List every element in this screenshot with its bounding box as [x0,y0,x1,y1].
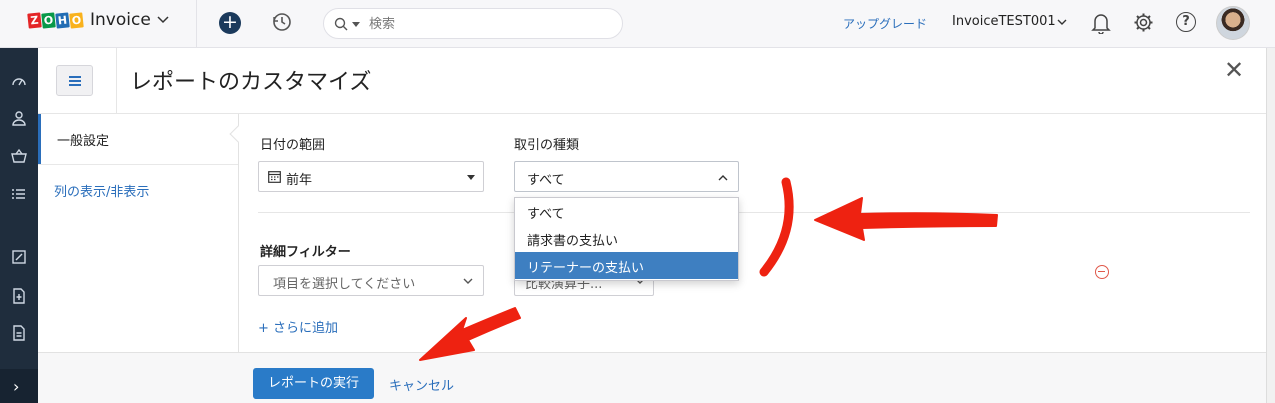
dropdown-option[interactable]: すべて [515,198,738,225]
tab-general-settings[interactable]: 一般設定 [38,114,238,164]
settings-tabs: 一般設定 列の表示/非表示 [38,114,239,354]
chevron-down-icon [463,278,473,284]
date-range-label: 日付の範囲 [260,138,326,153]
quick-create-button[interactable]: + [219,12,241,34]
hamburger-icon [69,80,81,82]
estimate-icon[interactable] [11,249,27,265]
customize-report-panel: レポートのカスタマイズ ✕ 一般設定 列の表示/非表示 日付の範囲 前年 取引の… [38,48,1266,403]
divider [258,212,1250,213]
chevron-down-icon [157,16,169,24]
divider [116,48,117,114]
close-button[interactable]: ✕ [1224,56,1244,84]
help-button[interactable]: ? [1176,12,1196,32]
upgrade-link[interactable]: アップグレード [843,15,927,32]
minus-icon [1098,271,1105,273]
transaction-type-dropdown: すべて 請求書の支払い リテーナーの支払い [514,197,739,281]
hamburger-icon [69,84,81,86]
panel-header: レポートのカスタマイズ ✕ [38,48,1266,114]
dropdown-option-highlighted[interactable]: リテーナーの支払い [515,252,738,279]
chevron-right-icon: › [13,377,20,396]
divider [196,0,197,48]
caret-down-icon [467,175,475,180]
plus-icon: + [222,11,238,33]
search-box[interactable] [323,8,623,39]
hamburger-menu-button[interactable] [56,65,93,96]
date-range-value: 前年 [286,173,313,188]
customer-icon[interactable] [11,110,27,126]
page-title: レポートのカスタマイズ [130,70,372,95]
search-icon [334,17,348,31]
tab-show-hide-columns[interactable]: 列の表示/非表示 [38,164,238,214]
app-name: Invoice [90,10,151,30]
org-switcher[interactable]: InvoiceTEST001 [952,14,1056,29]
zoho-logo-letter: O [41,11,56,29]
filter-field-select[interactable]: 項目を選択してください [258,265,484,296]
gear-icon[interactable] [1133,12,1154,33]
calendar-icon [268,171,281,183]
search-filter-caret-icon[interactable] [352,22,360,27]
transaction-type-select[interactable]: すべて [514,161,739,192]
history-icon[interactable] [271,11,293,33]
transaction-type-value: すべて [527,173,565,188]
zoho-logo-letter: Z [27,11,42,29]
hamburger-icon [69,76,81,78]
date-range-select[interactable]: 前年 [258,161,484,192]
transaction-type-label: 取引の種類 [514,138,580,153]
user-avatar[interactable] [1216,6,1250,40]
top-bar: Z O H O Invoice + アップグレード InvoiceTEST001… [0,0,1275,48]
left-nav: › [0,48,38,403]
cancel-button[interactable]: キャンセル [389,375,454,394]
page-scrollbar[interactable] [1266,48,1275,403]
bell-icon[interactable] [1091,12,1111,34]
list-icon[interactable] [11,186,27,202]
basket-icon[interactable] [11,148,27,164]
expand-nav-button[interactable]: › [0,369,38,403]
zoho-logo-letter: H [55,11,70,29]
chevron-up-icon [718,175,728,181]
panel-footer: レポートの実行 キャンセル [38,352,1266,403]
invoice-icon[interactable] [11,288,27,304]
remove-filter-icon[interactable] [1095,265,1109,279]
run-report-button[interactable]: レポートの実行 [253,368,374,399]
dashboard-icon[interactable] [11,74,27,90]
document-icon[interactable] [11,325,27,341]
zoho-logo: Z O H O [27,11,84,29]
chevron-down-icon[interactable] [1057,19,1067,26]
dropdown-option[interactable]: 請求書の支払い [515,225,738,252]
app-switcher[interactable]: Z O H O Invoice [27,10,169,30]
advanced-filter-label: 詳細フィルター [260,245,351,260]
search-input[interactable] [369,15,609,33]
filter-field-placeholder: 項目を選択してください [273,277,416,292]
add-more-filter-link[interactable]: + さらに追加 [258,317,338,336]
zoho-logo-letter: O [69,11,84,29]
